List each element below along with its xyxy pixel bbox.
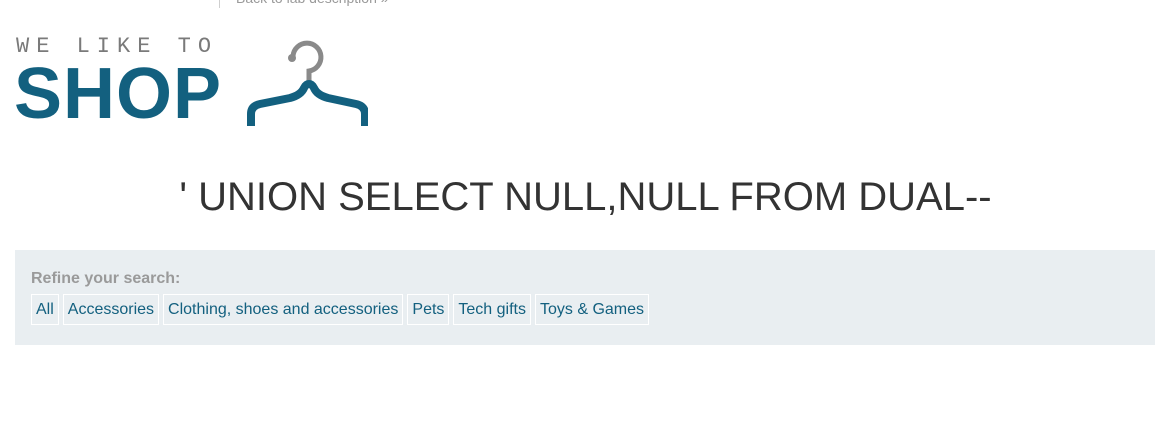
back-to-lab-description-link[interactable]: Back to lab description » (219, 0, 389, 8)
page: Back to lab description » WE LIKE TO SHO… (0, 0, 1171, 429)
filter-panel: Refine your search: All Accessories Clot… (15, 250, 1155, 345)
refine-search-label: Refine your search: (31, 270, 181, 287)
filter-all[interactable]: All (31, 294, 59, 325)
search-results-heading: ' UNION SELECT NULL,NULL FROM DUAL-- (179, 175, 992, 219)
hanger-icon (247, 40, 368, 126)
filter-clothing-shoes-accessories[interactable]: Clothing, shoes and accessories (163, 294, 404, 325)
shop-logo[interactable]: WE LIKE TO SHOP (14, 34, 374, 134)
filter-toys-games[interactable]: Toys & Games (535, 294, 650, 325)
logo-brand: SHOP (14, 54, 223, 134)
filter-accessories[interactable]: Accessories (62, 294, 160, 325)
filter-pets[interactable]: Pets (407, 294, 450, 325)
category-filter-list: All Accessories Clothing, shoes and acce… (31, 294, 650, 325)
filter-tech-gifts[interactable]: Tech gifts (453, 294, 531, 325)
